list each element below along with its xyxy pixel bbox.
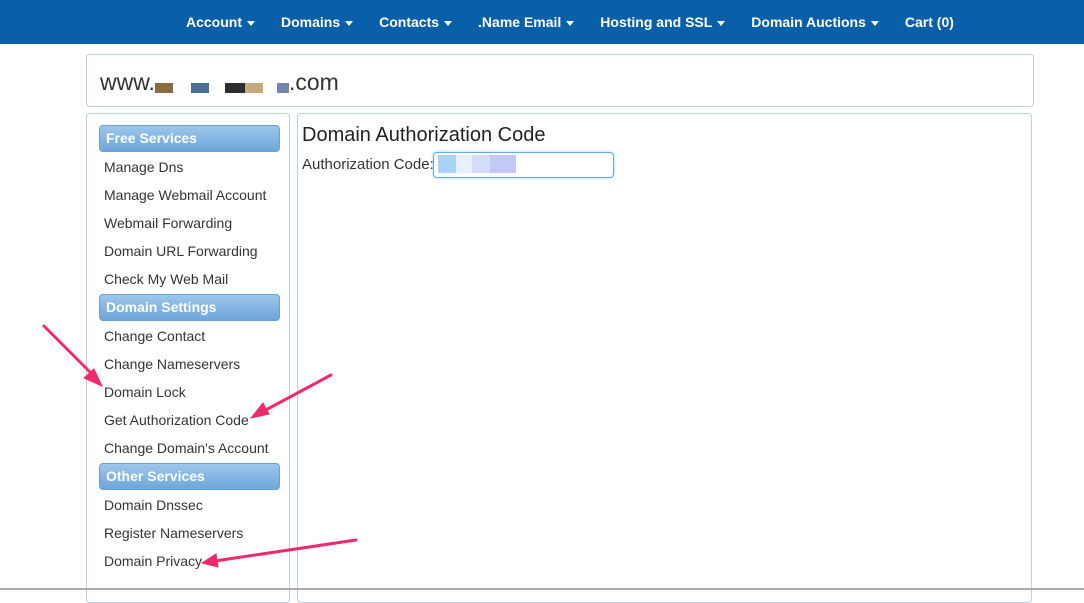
section-header-domain-settings: Domain Settings (99, 294, 280, 321)
top-navigation-bar: Account Domains Contacts .Name Email Hos… (0, 0, 1084, 44)
nav-contacts-label: Contacts (379, 14, 440, 30)
caret-down-icon (870, 20, 879, 26)
sidebar-link-domain-lock[interactable]: Domain Lock (104, 384, 186, 400)
redacted-block (490, 155, 516, 173)
auth-code-field[interactable] (433, 152, 614, 178)
nav-account[interactable]: Account (186, 14, 255, 30)
redacted-block (244, 83, 263, 93)
sidebar-link-domain-dnssec[interactable]: Domain Dnssec (104, 497, 203, 513)
nav-cart[interactable]: Cart (0) (905, 14, 954, 30)
caret-down-icon (444, 20, 453, 26)
redacted-block (438, 155, 456, 173)
nav-name-email[interactable]: .Name Email (478, 14, 575, 30)
caret-down-icon (345, 20, 354, 26)
auth-code-label: Authorization Code: (302, 156, 434, 173)
sidebar-link-change-contact[interactable]: Change Contact (104, 328, 205, 344)
domain-header-panel: www. .com (86, 54, 1034, 107)
nav-domain-auctions[interactable]: Domain Auctions (751, 14, 879, 30)
main-content-panel: Domain Authorization Code Authorization … (297, 113, 1032, 603)
redacted-block (154, 83, 173, 93)
nav-hosting-ssl[interactable]: Hosting and SSL (600, 14, 726, 30)
nav-menu: Account Domains Contacts .Name Email Hos… (186, 0, 980, 44)
sidebar-link-change-nameservers[interactable]: Change Nameservers (104, 356, 240, 372)
redacted-block (172, 83, 191, 93)
section-header-free-services: Free Services (99, 125, 280, 152)
page-title: Domain Authorization Code (302, 124, 546, 146)
nav-account-label: Account (186, 14, 242, 30)
nav-contacts[interactable]: Contacts (379, 14, 453, 30)
redacted-block (224, 83, 245, 93)
redacted-block (190, 83, 209, 93)
redacted-block (276, 83, 289, 93)
domain-name-display: www. .com (100, 68, 339, 96)
redacted-block (472, 155, 490, 173)
sidebar-link-manage-dns[interactable]: Manage Dns (104, 159, 183, 175)
domain-suffix: .com (288, 69, 339, 95)
sidebar: Free Services Manage Dns Manage Webmail … (86, 113, 290, 603)
nav-domains[interactable]: Domains (281, 14, 354, 30)
nav-cart-label: Cart (0) (904, 14, 954, 30)
sidebar-link-domain-url-forwarding[interactable]: Domain URL Forwarding (104, 243, 258, 259)
domain-prefix: www. (100, 69, 155, 95)
nav-hosting-ssl-label: Hosting and SSL (600, 14, 713, 30)
sidebar-link-get-authorization-code[interactable]: Get Authorization Code (104, 412, 249, 428)
nav-name-email-label: .Name Email (478, 14, 562, 30)
caret-down-icon (247, 20, 255, 26)
nav-domains-label: Domains (281, 14, 341, 30)
sidebar-link-change-domain-account[interactable]: Change Domain's Account (104, 440, 269, 456)
sidebar-link-register-nameservers[interactable]: Register Nameservers (104, 525, 243, 541)
redacted-block (208, 83, 225, 93)
caret-down-icon (566, 20, 575, 26)
nav-domain-auctions-label: Domain Auctions (751, 14, 866, 30)
section-header-other-services: Other Services (99, 463, 280, 490)
sidebar-link-webmail-forwarding[interactable]: Webmail Forwarding (104, 215, 232, 231)
redacted-block (456, 155, 472, 173)
caret-down-icon (717, 20, 726, 26)
sidebar-link-domain-privacy[interactable]: Domain Privacy (104, 553, 202, 569)
redacted-block (262, 83, 277, 93)
sidebar-link-check-web-mail[interactable]: Check My Web Mail (104, 271, 228, 287)
sidebar-link-manage-webmail-account[interactable]: Manage Webmail Account (104, 187, 266, 203)
